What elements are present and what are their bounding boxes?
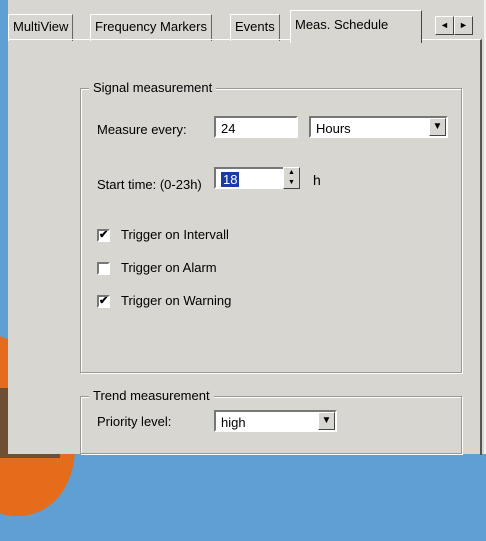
trigger-warning-checkbox[interactable]: ✔ (97, 295, 110, 308)
interval-unit-value: Hours (316, 121, 351, 136)
interval-unit-dropdown-button[interactable]: ▼ (429, 118, 446, 136)
tab-meas-schedule[interactable]: Meas. Schedule (290, 10, 422, 43)
trigger-alarm-checkbox[interactable] (97, 262, 110, 275)
measure-every-input[interactable]: 24 (214, 116, 298, 138)
trigger-alarm-label[interactable]: Trigger on Alarm (121, 260, 217, 275)
tab-events[interactable]: Events (230, 14, 280, 41)
start-time-spinner[interactable]: ▲ ▼ (283, 167, 300, 189)
tab-scroll-right-button[interactable]: ► (454, 16, 473, 35)
priority-level-value: high (221, 415, 246, 430)
trigger-intervall-checkbox[interactable]: ✔ (97, 229, 110, 242)
chevron-down-icon: ▼ (321, 415, 332, 426)
tab-multiview[interactable]: MultiView (8, 14, 74, 41)
priority-level-select[interactable]: high ▼ (214, 410, 337, 432)
signal-measurement-legend: Signal measurement (89, 80, 217, 95)
priority-level-label: Priority level: (97, 414, 172, 429)
interval-unit-select[interactable]: Hours ▼ (309, 116, 448, 138)
priority-level-dropdown-button[interactable]: ▼ (318, 412, 335, 430)
trigger-intervall-label[interactable]: Trigger on Intervall (121, 227, 229, 242)
properties-dialog: MultiView Frequency Markers Events Meas.… (8, 0, 486, 455)
measure-every-label: Measure every: (97, 122, 187, 137)
start-time-unit: h (313, 172, 321, 188)
meas-schedule-page: Signal measurement Measure every: 24 Hou… (8, 39, 482, 455)
tab-scroll-left-button[interactable]: ◄ (435, 16, 454, 35)
signal-measurement-group: Signal measurement Measure every: 24 Hou… (80, 80, 462, 373)
tab-frequency-markers[interactable]: Frequency Markers (90, 14, 212, 41)
arrow-right-icon: ► (459, 20, 468, 30)
trend-measurement-group: Trend measurement Priority level: high ▼ (80, 388, 462, 454)
start-time-value: 18 (221, 172, 240, 187)
trigger-warning-label[interactable]: Trigger on Warning (121, 293, 231, 308)
chevron-down-icon: ▼ (432, 121, 443, 132)
checkmark-icon: ✔ (99, 229, 109, 241)
spin-up-icon[interactable]: ▲ (284, 168, 299, 178)
arrow-left-icon: ◄ (440, 20, 449, 30)
tab-strip: MultiView Frequency Markers Events Meas.… (8, 6, 486, 43)
trend-measurement-legend: Trend measurement (89, 388, 214, 403)
checkmark-icon: ✔ (99, 295, 109, 307)
start-time-label: Start time: (0-23h) (97, 177, 202, 192)
spin-down-icon[interactable]: ▼ (284, 178, 299, 188)
